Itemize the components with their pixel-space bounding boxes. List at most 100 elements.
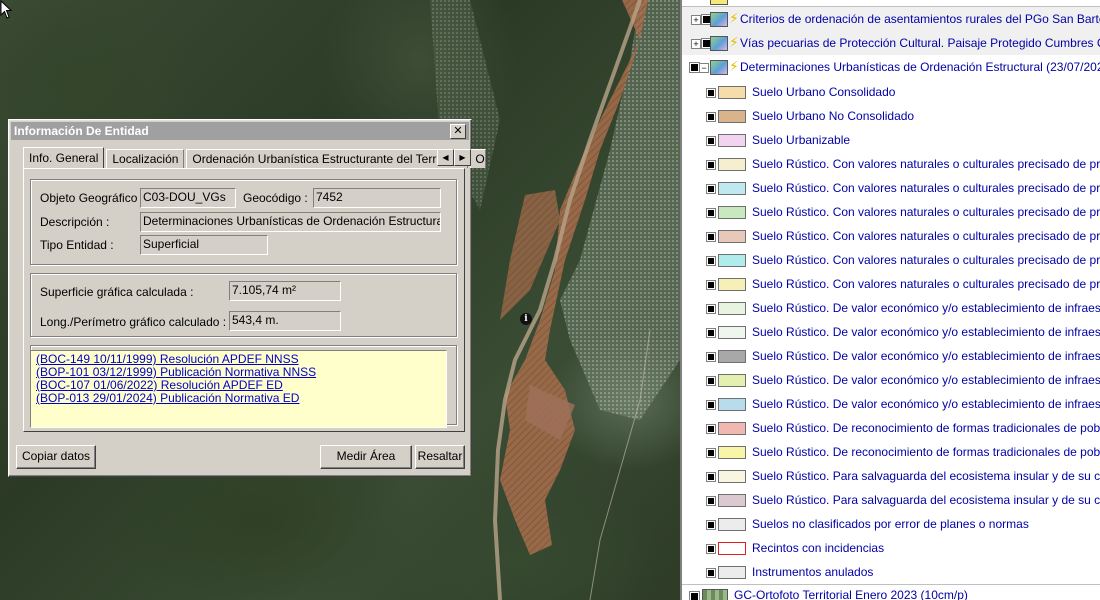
layer-name: GC-Ortofoto Territorial Enero 2023 (10cm… (734, 588, 968, 600)
layer-map-icon (710, 60, 728, 75)
layer-row-vias-pecuarias[interactable]: + ⚡ Vías pecuarias de Protección Cultura… (682, 31, 1100, 56)
tab-strip: Info. General Localización Ordenación Ur… (23, 147, 488, 169)
legend-checkbox[interactable] (706, 448, 716, 458)
expand-plus-icon[interactable]: + (691, 39, 701, 49)
tab-localizacion[interactable]: Localización (106, 149, 185, 168)
layer-name: Criterios de ordenación de asentamientos… (740, 12, 1100, 26)
legend-label: Suelo Urbanizable (752, 133, 851, 147)
layer-name: Determinaciones Urbanísticas de Ordenaci… (740, 60, 1100, 74)
tab-scroll-right-button[interactable]: ▶ (454, 149, 471, 166)
tipo-label: Tipo Entidad : (40, 238, 114, 252)
layer-icon (710, 0, 728, 5)
dialog-titlebar[interactable]: Información De Entidad ✕ (11, 122, 469, 140)
legend-checkbox[interactable] (706, 232, 716, 242)
copy-data-button[interactable]: Copiar datos (16, 445, 96, 469)
legend-checkbox[interactable] (706, 304, 716, 314)
objeto-field: C03-DOU_VGs (140, 188, 236, 208)
legend-checkbox[interactable] (706, 256, 716, 266)
layer-row-determinaciones[interactable]: − ⚡ Determinaciones Urbanísticas de Orde… (682, 55, 1100, 79)
layer-map-icon (710, 36, 728, 51)
legend-checkbox[interactable] (706, 160, 716, 170)
legend-swatch (718, 110, 746, 123)
legend-label: Suelo Rústico. Para salvaguarda del ecos… (752, 493, 1100, 507)
legend-label: Recintos con incidencias (752, 541, 885, 555)
legend-swatch (718, 158, 746, 171)
layer-map-icon (710, 12, 728, 27)
tab-scroll-left-button[interactable]: ◀ (437, 149, 454, 166)
legend-label: Suelo Rústico. De valor económico y/o es… (752, 373, 1100, 387)
arrow-cursor-icon (0, 0, 13, 19)
legend-label: Suelo Rústico. Con valores naturales o c… (752, 181, 1100, 195)
legend-label: Instrumentos anulados (752, 565, 874, 579)
legend-swatch (718, 326, 746, 339)
legend-checkbox[interactable] (706, 88, 716, 98)
legend-label: Suelo Rústico. De valor económico y/o es… (752, 301, 1100, 315)
legend-label: Suelo Rústico. Con valores naturales o c… (752, 253, 1100, 267)
legend-checkbox[interactable] (706, 400, 716, 410)
legend-checkbox[interactable] (706, 424, 716, 434)
legend-label: Suelo Rústico. Con valores naturales o c… (752, 229, 1100, 243)
legend-label: Suelo Rústico. Con valores naturales o c… (752, 205, 1100, 219)
layer-name: Vías pecuarias de Protección Cultural. P… (740, 36, 1100, 50)
measure-area-button[interactable]: Medir Área (320, 445, 412, 469)
legend-swatch (718, 422, 746, 435)
triangle-right-icon: ▶ (459, 153, 466, 162)
legend-checkbox[interactable] (706, 184, 716, 194)
legend-swatch (718, 350, 746, 363)
layer-panel[interactable]: + ⚡ Criterios de ordenación de asentamie… (680, 0, 1100, 600)
tipo-field: Superficial (140, 235, 268, 255)
legend-checkbox[interactable] (706, 352, 716, 362)
raster-layer-icon (702, 589, 728, 600)
legend-checkbox[interactable] (706, 280, 716, 290)
legend-swatch (718, 494, 746, 507)
triangle-left-icon: ◀ (442, 153, 449, 162)
legend-swatch (718, 446, 746, 459)
tab-overflow[interactable]: O (470, 149, 487, 168)
close-button[interactable]: ✕ (450, 124, 466, 139)
legend-checkbox[interactable] (706, 520, 716, 530)
legend-checkbox[interactable] (706, 328, 716, 338)
legend-checkbox[interactable] (706, 568, 716, 578)
geocodigo-field: 7452 (313, 188, 441, 208)
layer-checkbox[interactable] (689, 591, 700, 600)
legend-swatch (718, 302, 746, 315)
legend-swatch (718, 542, 746, 555)
descripcion-label: Descripción : (40, 215, 110, 229)
layer-row-clipped (682, 0, 1100, 7)
info-cursor-icon: i (520, 313, 532, 325)
highlight-button[interactable]: Resaltar (415, 445, 465, 469)
link-bop-013[interactable]: (BOP-013 29/01/2024) Publicación Normati… (36, 392, 441, 405)
objeto-label: Objeto Geográfico : (40, 191, 145, 205)
lightning-icon: ⚡ (729, 34, 739, 50)
tab-scroll: ◀ ▶ (437, 149, 471, 166)
legend-checkbox[interactable] (706, 472, 716, 482)
legend-label: Suelo Urbano Consolidado (752, 85, 896, 99)
layer-row-criterios[interactable]: + ⚡ Criterios de ordenación de asentamie… (682, 7, 1100, 32)
normativa-links-box: (BOC-149 10/11/1999) Resolución APDEF NN… (30, 350, 447, 428)
legend-checkbox[interactable] (706, 376, 716, 386)
close-icon: ✕ (453, 125, 463, 137)
tab-info-general[interactable]: Info. General (23, 147, 105, 168)
legend-swatch (718, 182, 746, 195)
superficie-field: 7.105,74 m² (229, 281, 341, 301)
legend-label: Suelo Rústico. Con valores naturales o c… (752, 157, 1100, 171)
lightning-icon: ⚡ (729, 58, 739, 74)
expand-minus-icon[interactable]: − (699, 63, 709, 73)
legend-checkbox[interactable] (706, 496, 716, 506)
superficie-label: Superficie gráfica calculada : (40, 285, 194, 299)
expand-plus-icon[interactable]: + (691, 15, 701, 25)
tab-ordenacion[interactable]: Ordenación Urbanística Estructurante del… (186, 149, 469, 168)
entity-info-dialog[interactable]: Información De Entidad ✕ Info. General L… (8, 119, 487, 477)
legend-swatch (718, 86, 746, 99)
legend-label: Suelo Rústico. Para salvaguarda del ecos… (752, 469, 1100, 483)
legend-checkbox[interactable] (706, 208, 716, 218)
legend-checkbox[interactable] (706, 544, 716, 554)
layer-checkbox[interactable] (689, 62, 700, 73)
layer-row-ortofoto[interactable]: GC-Ortofoto Territorial Enero 2023 (10cm… (682, 584, 1100, 600)
geocodigo-label: Geocódigo : (243, 191, 308, 205)
legend-checkbox[interactable] (706, 136, 716, 146)
perimetro-label: Long./Perímetro gráfico calculado : (40, 315, 227, 329)
legend-swatch (718, 518, 746, 531)
legend-label: Suelo Rústico. De reconocimiento de form… (752, 445, 1100, 459)
legend-checkbox[interactable] (706, 112, 716, 122)
